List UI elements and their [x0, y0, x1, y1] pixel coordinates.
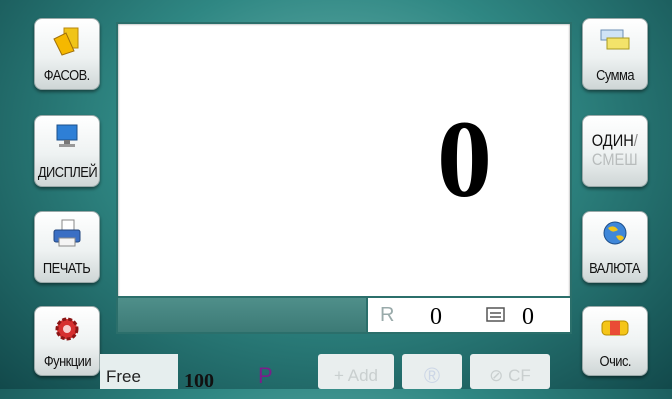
info-bar: R 0 0 [118, 296, 570, 332]
reject-icon: R [380, 304, 395, 326]
banknote-icon [600, 29, 630, 50]
fasov-button[interactable]: ФАСОВ. [34, 18, 100, 90]
summa-label: Сумма [596, 67, 634, 84]
free-label: Free [100, 354, 178, 389]
single-mixed-mode-button[interactable]: ОДИН/ СМЕШ [582, 115, 648, 187]
functions-button[interactable]: Функции [34, 306, 100, 376]
printer-icon [53, 219, 81, 247]
p-label: P [258, 362, 273, 388]
gear-icon [55, 317, 79, 341]
display-label: ДИСПЛЕЙ [37, 164, 97, 181]
eraser-icon [601, 320, 629, 336]
print-label: ПЕЧАТЬ [43, 260, 91, 277]
progress-area [118, 298, 368, 332]
r-button[interactable]: ® [402, 354, 462, 389]
bottom-bar: Free 100 P + Add ® ⊘ CF [100, 354, 580, 392]
batch-icon [486, 307, 505, 322]
fasov-label: ФАСОВ. [43, 67, 91, 84]
count-display: 0 R 0 0 [116, 22, 572, 334]
currency-button[interactable]: ВАЛЮТА [582, 211, 648, 283]
main-count: 0 [437, 98, 492, 220]
batch-count: 0 [522, 304, 534, 330]
summa-button[interactable]: Сумма [582, 18, 648, 90]
clear-button[interactable]: Очис. [582, 306, 648, 376]
cf-button[interactable]: ⊘ CF [470, 354, 550, 389]
print-button[interactable]: ПЕЧАТЬ [34, 211, 100, 283]
free-value: 100 [184, 370, 214, 392]
mode-slash: / [633, 131, 639, 151]
add-button[interactable]: + Add [318, 354, 394, 389]
reject-count: 0 [430, 304, 442, 330]
display-button[interactable]: ДИСПЛЕЙ [34, 115, 100, 187]
monitor-icon [56, 124, 78, 147]
globe-icon [603, 221, 627, 245]
currency-label: ВАЛЮТА [589, 260, 641, 277]
functions-label: Функции [43, 353, 91, 370]
mode-single-label: ОДИН [591, 131, 634, 151]
folder-icon [53, 27, 79, 56]
clear-label: Очис. [599, 353, 631, 370]
mode-mixed-label: СМЕШ [592, 150, 638, 169]
